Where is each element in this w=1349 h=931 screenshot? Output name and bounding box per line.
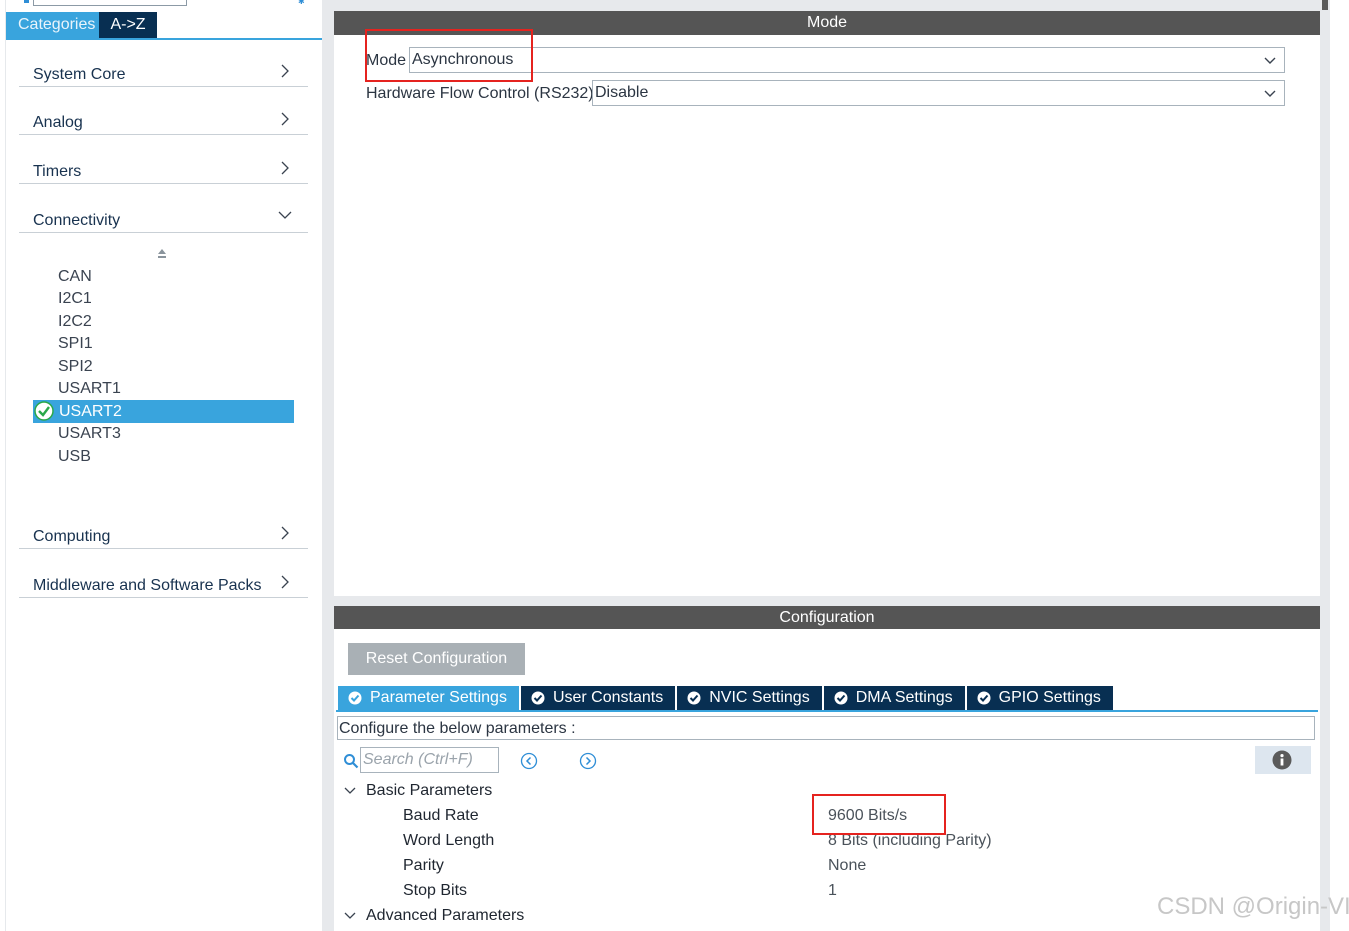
chevron-down-icon — [344, 787, 356, 794]
category-middleware[interactable]: Middleware and Software Packs — [19, 565, 308, 598]
category-analog[interactable]: Analog — [19, 102, 308, 135]
reset-configuration-button[interactable]: Reset Configuration — [348, 643, 525, 675]
sidebar-edge — [5, 0, 6, 931]
sidebar-tabs: Categories A->Z — [6, 12, 157, 38]
param-name-word-length: Word Length — [403, 832, 495, 849]
flow-control-label: Hardware Flow Control (RS232) — [366, 85, 594, 102]
list-item-can[interactable]: CAN — [58, 266, 92, 288]
flow-control-select-value: Disable — [595, 84, 649, 101]
tabs-underline — [336, 710, 1318, 712]
chevron-down-icon — [344, 912, 356, 919]
info-button[interactable] — [1255, 746, 1311, 774]
list-item-usart3[interactable]: USART3 — [58, 423, 121, 445]
tab-gpio-settings[interactable]: GPIO Settings — [966, 686, 1113, 710]
chevron-down-icon — [1264, 57, 1276, 64]
param-value-stop-bits[interactable]: 1 — [828, 880, 837, 902]
panel-splitter[interactable] — [322, 0, 334, 931]
category-label: Timers — [33, 163, 82, 180]
tab-categories[interactable]: Categories — [6, 12, 99, 38]
list-item-i2c2[interactable]: I2C2 — [58, 311, 92, 333]
next-match-icon[interactable] — [579, 752, 597, 770]
chevron-right-icon — [281, 526, 289, 540]
check-badge-icon — [977, 691, 991, 705]
configuration-header: Configuration — [334, 606, 1320, 629]
chevron-right-icon — [281, 161, 289, 175]
group-advanced-parameters[interactable]: Advanced Parameters — [344, 905, 524, 927]
param-name-stop-bits: Stop Bits — [403, 882, 468, 899]
list-item-label: USART2 — [59, 403, 122, 420]
param-name-parity: Parity — [403, 857, 444, 874]
tab-label: User Constants — [552, 689, 664, 706]
search-icon — [344, 754, 359, 769]
tab-label: GPIO Settings — [998, 689, 1101, 706]
mode-label: Mode — [366, 52, 407, 69]
configure-instruction: Configure the below parameters : — [337, 716, 1315, 740]
check-badge-icon — [531, 691, 545, 705]
group-label: Basic Parameters — [366, 782, 493, 799]
tab-label: NVIC Settings — [709, 689, 810, 706]
check-badge-icon — [834, 691, 848, 705]
mode-select[interactable]: Asynchronous — [409, 47, 1285, 73]
group-label: Advanced Parameters — [366, 907, 525, 924]
mode-header: Mode — [334, 11, 1320, 35]
tab-user-constants[interactable]: User Constants — [520, 686, 676, 710]
categories-sidebar: ✱ Categories A->Z System Core Analog Tim… — [0, 0, 322, 931]
category-label: System Core — [33, 66, 126, 83]
tab-label: Parameter Settings — [370, 689, 507, 706]
scroll-up-icon[interactable] — [156, 247, 168, 261]
tab-a-to-z[interactable]: A->Z — [99, 12, 157, 38]
top-left-fragment — [24, 0, 29, 3]
check-badge-icon — [348, 691, 362, 705]
category-label: Analog — [33, 114, 83, 131]
category-label: Computing — [33, 528, 111, 545]
chevron-down-icon — [1264, 90, 1276, 97]
param-value-parity[interactable]: None — [828, 855, 866, 877]
previous-match-icon[interactable] — [520, 752, 538, 770]
list-item-spi1[interactable]: SPI1 — [58, 333, 93, 355]
right-scroll-edge[interactable] — [1320, 0, 1330, 931]
list-item-spi2[interactable]: SPI2 — [58, 356, 93, 378]
category-label: Connectivity — [33, 212, 121, 229]
parameter-search-input[interactable] — [360, 747, 499, 773]
category-connectivity[interactable]: Connectivity — [19, 200, 308, 233]
watermark-text: CSDN @Origin-VI — [1157, 893, 1349, 920]
tab-dma-settings[interactable]: DMA Settings — [823, 686, 965, 710]
panel-divider[interactable] — [334, 596, 1320, 606]
right-edge-marker — [1322, 0, 1328, 10]
mode-panel: Mode Mode Asynchronous Hardware Flow Con… — [334, 0, 1320, 596]
list-item-usart1[interactable]: USART1 — [58, 378, 121, 400]
category-computing[interactable]: Computing — [19, 516, 308, 549]
flow-control-select[interactable]: Disable — [592, 80, 1285, 106]
settings-icon-fragment[interactable]: ✱ — [298, 0, 312, 6]
sidebar-search-field-fragment[interactable] — [33, 0, 187, 6]
check-circle-icon — [34, 401, 54, 421]
chevron-right-icon — [281, 112, 289, 126]
list-item-usb[interactable]: USB — [58, 446, 91, 468]
group-basic-parameters[interactable]: Basic Parameters — [344, 780, 492, 802]
chevron-down-icon — [278, 211, 292, 219]
param-value-word-length[interactable]: 8 Bits (including Parity) — [828, 830, 992, 852]
tabs-underline — [6, 38, 322, 40]
configuration-panel: Configuration Reset Configuration Parame… — [334, 606, 1320, 931]
chevron-right-icon — [281, 64, 289, 78]
tab-nvic-settings[interactable]: NVIC Settings — [677, 686, 822, 710]
category-label: Middleware and Software Packs — [33, 577, 262, 594]
param-name-baud-rate: Baud Rate — [403, 807, 479, 824]
list-item-usart2-selected[interactable]: USART2 — [33, 400, 294, 423]
category-timers[interactable]: Timers — [19, 151, 308, 184]
param-value-baud-rate[interactable]: 9600 Bits/s — [828, 805, 907, 827]
mode-top-strip — [334, 0, 1320, 11]
info-icon — [1272, 750, 1292, 770]
tab-label: DMA Settings — [855, 689, 953, 706]
chevron-right-icon — [281, 575, 289, 589]
mode-select-value: Asynchronous — [412, 51, 514, 68]
list-item-i2c1[interactable]: I2C1 — [58, 288, 92, 310]
category-system-core[interactable]: System Core — [19, 54, 308, 87]
configuration-tabs: Parameter Settings User Constants NVIC S… — [338, 686, 1115, 710]
tab-parameter-settings[interactable]: Parameter Settings — [338, 686, 519, 710]
check-badge-icon — [687, 691, 701, 705]
